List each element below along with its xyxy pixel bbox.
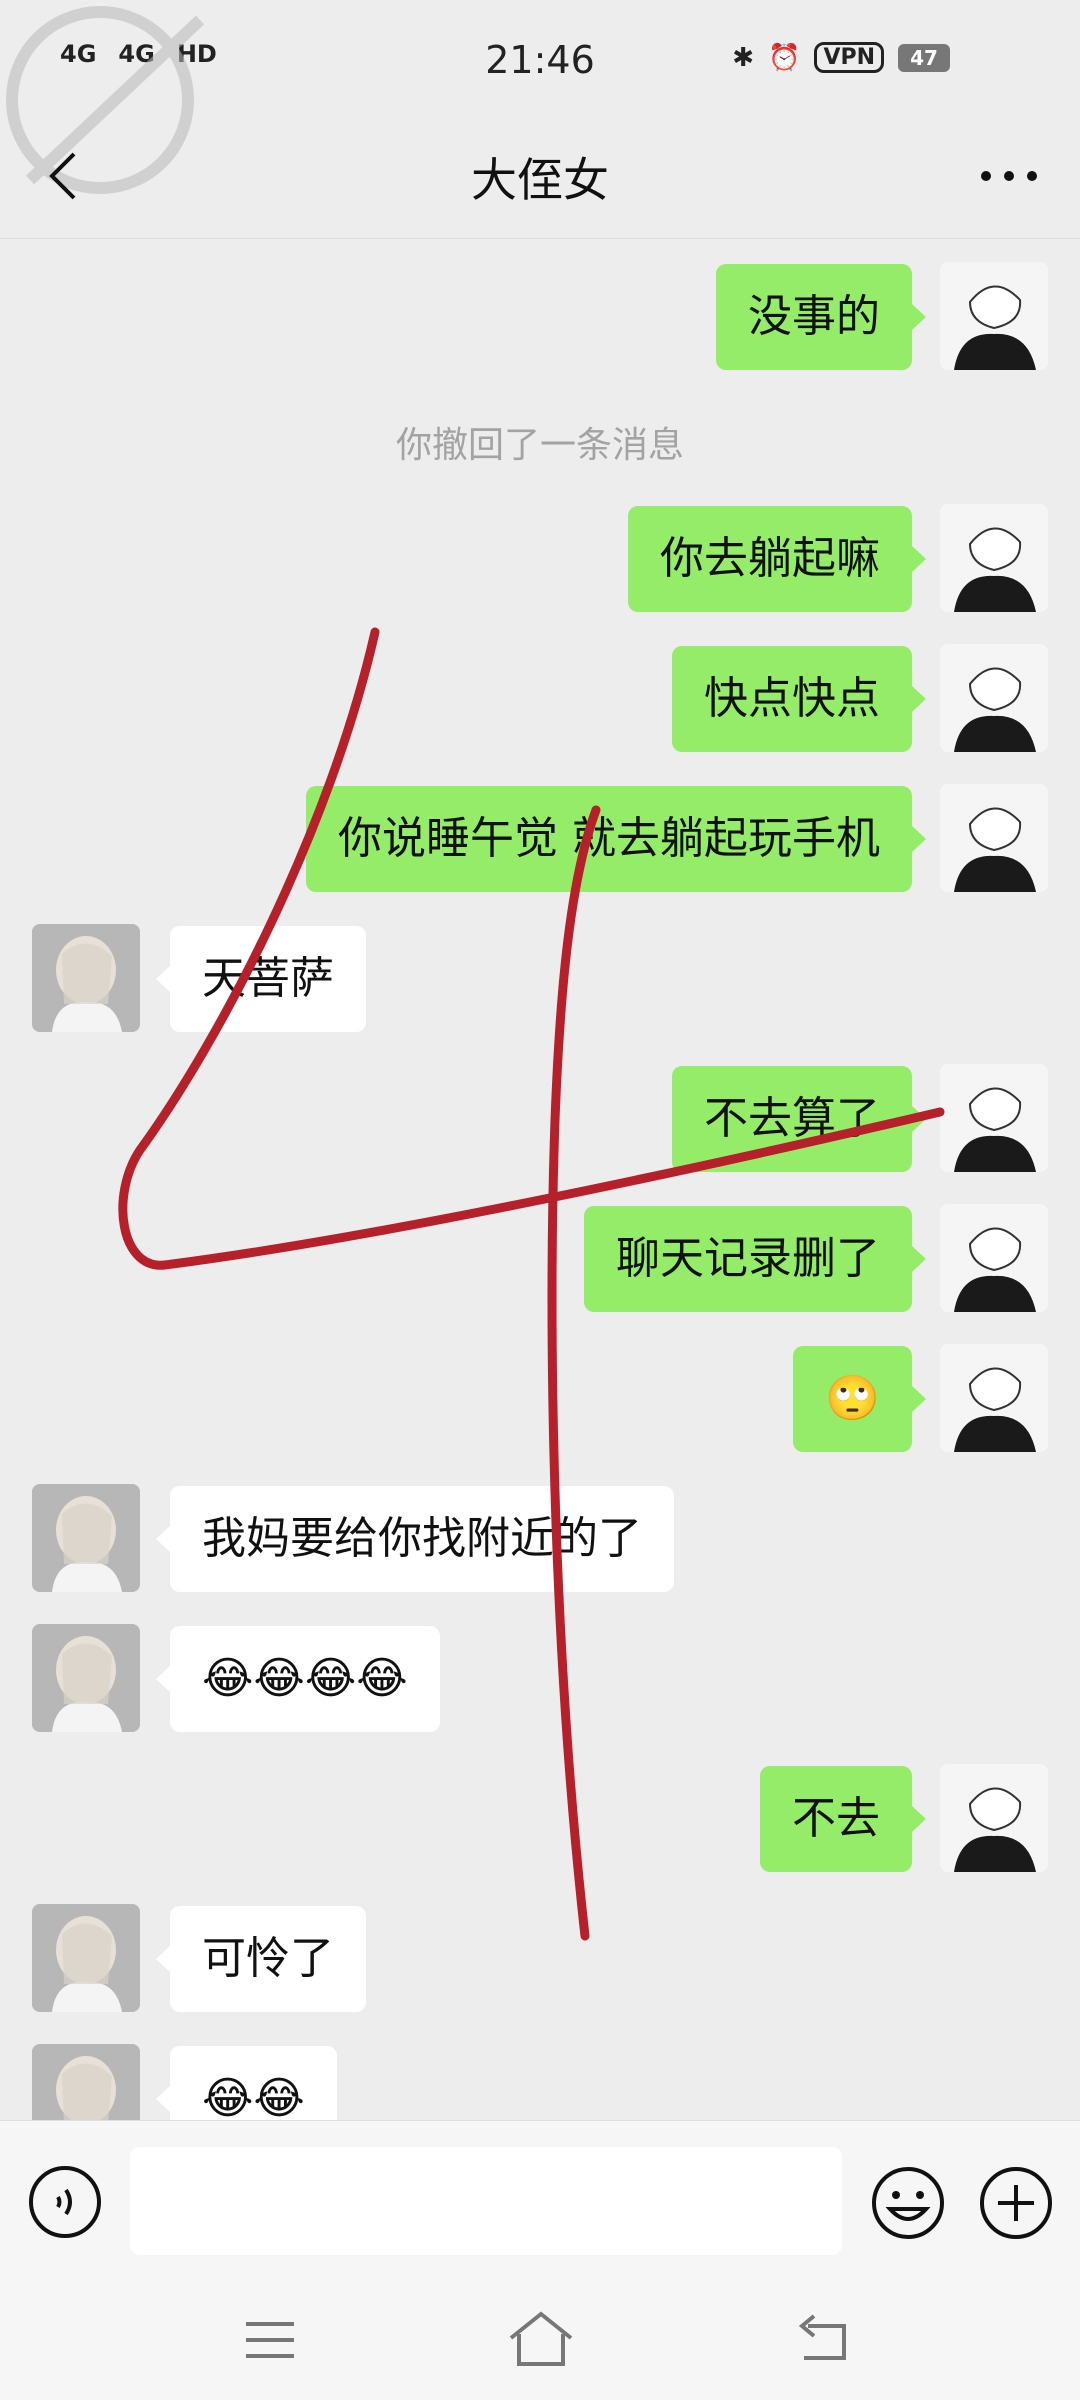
message-bubble-outgoing[interactable]: 你去躺起嘛 bbox=[628, 506, 926, 612]
battery-icon: 47 bbox=[898, 43, 950, 72]
system-nav-bar bbox=[0, 2280, 1080, 2400]
my-avatar[interactable] bbox=[940, 644, 1048, 752]
message-bubble-outgoing[interactable]: 🙄 bbox=[793, 1346, 926, 1452]
message-bubble-outgoing[interactable]: 不去算了 bbox=[672, 1066, 926, 1172]
bluetooth-icon: ✱ bbox=[732, 42, 755, 73]
more-actions-plus-icon[interactable] bbox=[978, 2165, 1054, 2241]
contact-avatar[interactable] bbox=[32, 1904, 140, 2012]
more-options-icon[interactable] bbox=[974, 146, 1044, 206]
my-avatar[interactable] bbox=[940, 1344, 1048, 1452]
my-avatar[interactable] bbox=[940, 504, 1048, 612]
home-icon[interactable] bbox=[505, 2306, 577, 2370]
system-back-icon[interactable] bbox=[790, 2308, 854, 2368]
my-avatar[interactable] bbox=[940, 1764, 1048, 1872]
contact-avatar[interactable] bbox=[32, 1484, 140, 1592]
emoji-icon[interactable] bbox=[870, 2165, 946, 2241]
chat-header: 大侄女 bbox=[0, 120, 1080, 239]
contact-avatar[interactable] bbox=[32, 924, 140, 1032]
message-input[interactable] bbox=[130, 2147, 842, 2255]
message-bubble-incoming[interactable]: 😂😂 bbox=[156, 2046, 337, 2120]
message-bubble-outgoing[interactable]: 你说睡午觉 就去躺起玩手机 bbox=[306, 786, 926, 892]
message-bubble-incoming[interactable]: 我妈要给你找附近的了 bbox=[156, 1486, 674, 1592]
status-indicators-right: ✱ ⏰ VPN 47 bbox=[732, 42, 950, 73]
my-avatar[interactable] bbox=[940, 784, 1048, 892]
message-bubble-outgoing[interactable]: 聊天记录删了 bbox=[584, 1206, 926, 1312]
alarm-icon: ⏰ bbox=[768, 42, 801, 73]
voice-input-icon[interactable] bbox=[28, 2165, 102, 2239]
recall-notice: 你撤回了一条消息 bbox=[395, 425, 684, 466]
contact-avatar[interactable] bbox=[32, 2044, 140, 2120]
my-avatar[interactable] bbox=[940, 1064, 1048, 1172]
contact-avatar[interactable] bbox=[32, 1624, 140, 1732]
my-avatar[interactable] bbox=[940, 262, 1048, 370]
message-bubble-incoming[interactable]: 可怜了 bbox=[156, 1906, 366, 2012]
recent-apps-icon[interactable] bbox=[240, 2310, 300, 2370]
message-bubble-outgoing[interactable]: 不去 bbox=[760, 1766, 926, 1872]
input-bar bbox=[0, 2120, 1080, 2281]
my-avatar[interactable] bbox=[940, 1204, 1048, 1312]
message-list[interactable]: 没事的 你撤回了一条消息 你去躺起嘛 快点快点 你说睡午觉 就去躺起玩手机 天菩… bbox=[0, 238, 1080, 2120]
message-bubble-outgoing[interactable]: 快点快点 bbox=[672, 646, 926, 752]
message-bubble-outgoing[interactable]: 没事的 bbox=[716, 264, 926, 370]
message-bubble-incoming[interactable]: 😂😂😂😂 bbox=[156, 1626, 440, 1732]
message-bubble-incoming[interactable]: 天菩萨 bbox=[156, 926, 366, 1032]
vpn-badge: VPN bbox=[814, 42, 884, 73]
chat-title: 大侄女 bbox=[471, 153, 609, 207]
